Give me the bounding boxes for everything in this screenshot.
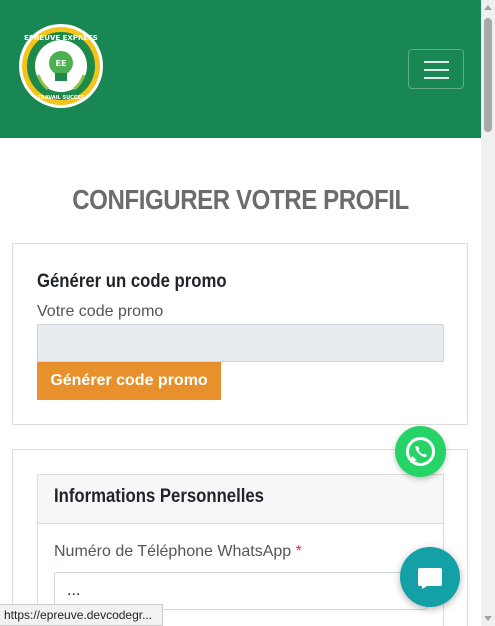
required-mark: * — [295, 543, 302, 560]
scroll-down-icon[interactable] — [484, 616, 492, 621]
hamburger-icon — [424, 61, 449, 63]
logo-bottom-text: TRAVAIL SUCCES — [38, 95, 85, 101]
logo-top-text: EPREUVE EXPRESS — [24, 34, 98, 42]
promo-card-title: Générer un code promo — [37, 271, 227, 292]
scrollbar[interactable] — [481, 0, 495, 626]
chat-bubble-icon — [418, 568, 442, 589]
personal-info-header: Informations Personnelles — [38, 475, 443, 524]
whatsapp-icon — [406, 437, 435, 466]
scroll-up-icon[interactable] — [484, 5, 492, 10]
navbar: EPREUVE EXPRESS EE TRAVAIL SUCCES — [0, 0, 481, 138]
promo-code-input[interactable] — [37, 324, 444, 362]
brand-logo[interactable]: EPREUVE EXPRESS EE TRAVAIL SUCCES — [18, 23, 104, 109]
chat-button[interactable] — [400, 547, 460, 607]
page-title: CONFIGURER VOTRE PROFIL — [72, 184, 409, 215]
personal-info-title: Informations Personnelles — [54, 486, 264, 507]
phone-field-label: Numéro de Téléphone WhatsApp * — [54, 543, 302, 561]
promo-card: Générer un code promo Votre code promo G… — [12, 243, 468, 425]
browser-status-url: https://epreuve.devcodegr... — [0, 604, 163, 626]
promo-code-label: Votre code promo — [37, 303, 164, 320]
generate-promo-button[interactable]: Générer code promo — [37, 362, 221, 400]
whatsapp-button[interactable] — [395, 426, 446, 477]
scrollbar-thumb[interactable] — [484, 18, 492, 132]
phone-label-text: Numéro de Téléphone WhatsApp — [54, 543, 292, 560]
logo-center-text: EE — [56, 59, 67, 68]
navbar-toggler-button[interactable] — [408, 49, 464, 89]
